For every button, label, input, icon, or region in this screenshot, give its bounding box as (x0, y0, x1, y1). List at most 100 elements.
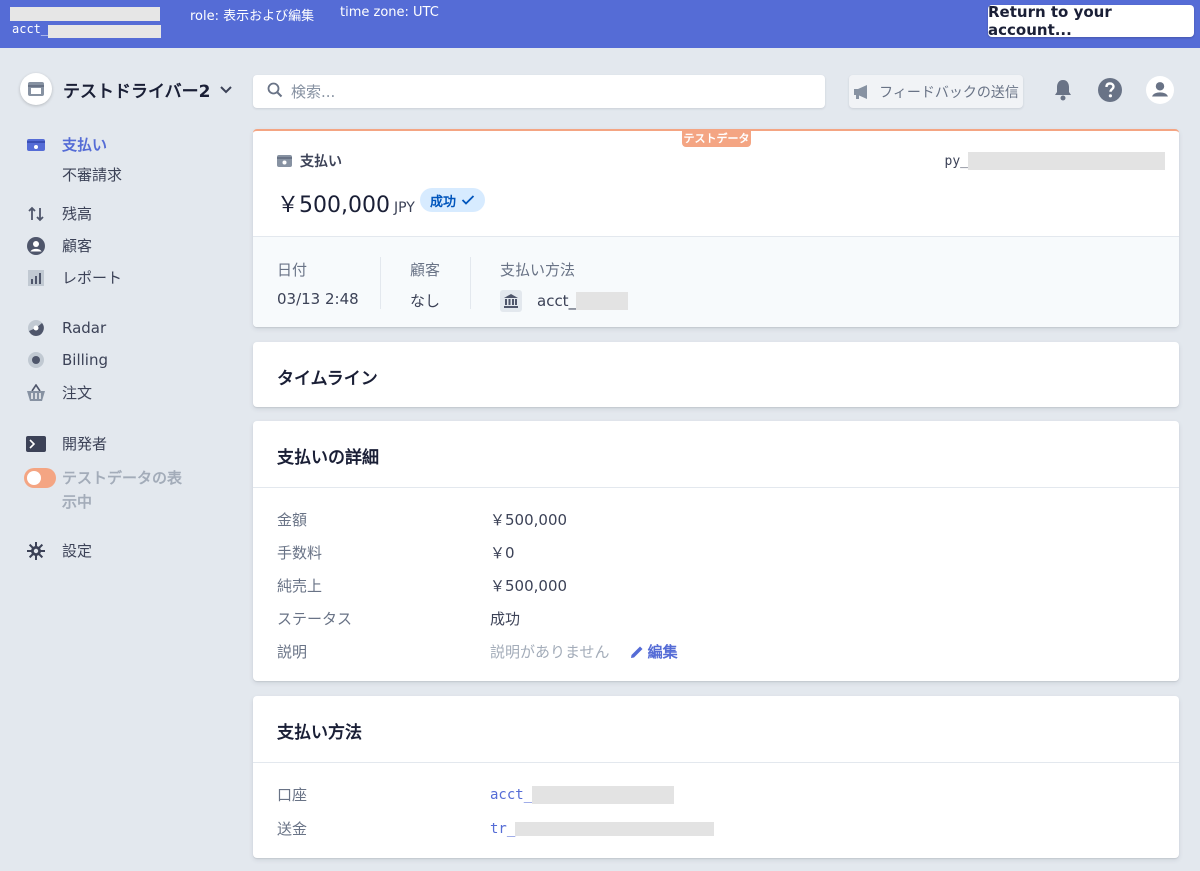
sidebar-item-disputes[interactable]: 不審請求 (62, 164, 122, 185)
payment-label-text: 支払い (300, 154, 342, 170)
chevron-down-icon (219, 80, 233, 99)
detail-row: 金額 ￥500,000 (277, 509, 567, 530)
sidebar-item-label: 残高 (62, 205, 93, 223)
redacted-account-id (48, 25, 161, 38)
method-key: 口座 (277, 786, 308, 804)
feedback-label: フィードバックの送信 (879, 84, 1019, 101)
detail-value: 説明がありません 編集 (490, 641, 678, 662)
store-icon (20, 73, 52, 105)
amount-value: ￥500,000 (277, 193, 390, 218)
payment-method-card: 支払い方法 口座 acct_ 送金 tr_ (253, 696, 1179, 858)
sidebar-item-label: 顧客 (62, 237, 93, 255)
redacted-payment-id (968, 152, 1165, 170)
timeline-card: タイムライン (253, 342, 1179, 407)
method-row: 送金 tr_ (277, 818, 715, 839)
detail-key: 手数料 (277, 544, 323, 562)
sidebar-item-developers[interactable]: 開発者 (24, 433, 107, 454)
terminal-icon (24, 434, 48, 454)
return-to-account-button[interactable]: Return to your account... (988, 3, 1194, 39)
detail-key: 説明 (277, 643, 308, 661)
timeline-title: タイムライン (277, 369, 378, 389)
payment-id: py_ (945, 152, 1165, 170)
sidebar-item-label: 支払い (62, 136, 108, 154)
redacted-account-name (10, 7, 160, 21)
meta-date: 日付 03/13 2:48 (277, 259, 359, 308)
account-link[interactable]: acct_ (490, 787, 532, 803)
customer-value: なし (410, 292, 441, 310)
impersonation-banner: acct_ role: 表示および編集 time zone: UTC Retur… (0, 0, 1200, 48)
sidebar-item-customers[interactable]: 顧客 (24, 235, 92, 256)
sidebar-item-orders[interactable]: 注文 (24, 382, 92, 403)
payments-icon (24, 135, 48, 155)
payment-method-label: 支払い方法 (500, 261, 576, 279)
test-data-toggle-label: テストデータの表示中 (62, 469, 183, 511)
redacted-transfer-link (515, 821, 715, 836)
checkmark-icon (461, 195, 475, 205)
detail-row: 説明 説明がありません 編集 (277, 641, 678, 662)
feedback-button[interactable]: フィードバックの送信 (849, 75, 1023, 108)
timezone-label: time zone: UTC (340, 5, 439, 20)
sidebar-item-billing[interactable]: Billing (24, 350, 108, 370)
detail-value: ￥0 (490, 544, 515, 562)
search-icon (267, 82, 283, 102)
method-key: 送金 (277, 820, 308, 838)
method-row: 口座 acct_ (277, 784, 675, 805)
bell-icon[interactable] (1049, 76, 1077, 104)
edit-label: 編集 (647, 643, 678, 661)
customer-label: 顧客 (410, 261, 441, 279)
sidebar-item-settings[interactable]: 設定 (24, 540, 92, 561)
section-divider (253, 487, 1179, 488)
help-icon[interactable] (1096, 76, 1124, 104)
search-box[interactable] (253, 75, 825, 108)
gear-icon (24, 541, 48, 561)
status-text: 成功 (430, 194, 457, 210)
toggle-switch[interactable] (24, 468, 56, 488)
bank-icon (500, 290, 522, 312)
pencil-icon (630, 646, 643, 658)
report-icon (24, 268, 48, 288)
meta-customer: 顧客 なし (410, 259, 440, 311)
billing-icon (24, 350, 48, 370)
user-avatar-icon[interactable] (1146, 76, 1174, 104)
detail-key: ステータス (277, 610, 353, 628)
megaphone-icon (853, 84, 871, 99)
test-data-badge: テストデータ (682, 129, 751, 147)
detail-key: 純売上 (277, 577, 323, 595)
account-switcher[interactable]: テストドライバー2 (20, 73, 233, 105)
transfer-link[interactable]: tr_ (490, 821, 515, 837)
sidebar-item-reports[interactable]: レポート (24, 267, 122, 288)
method-value: tr_ (490, 818, 715, 839)
payment-meta-row: 日付 03/13 2:48 顧客 なし 支払い方法 acct_ (253, 236, 1179, 327)
detail-value: ￥500,000 (490, 577, 568, 595)
sidebar-item-radar[interactable]: Radar (24, 318, 106, 338)
redacted-account-link (532, 785, 675, 804)
sidebar-item-payments[interactable]: 支払い (24, 134, 107, 155)
role-label: role: 表示および編集 (190, 9, 315, 24)
detail-value: ￥500,000 (490, 511, 568, 529)
sidebar-item-label: 注文 (62, 384, 93, 402)
meta-divider (380, 257, 381, 309)
meta-payment-method: 支払い方法 acct_ (500, 259, 629, 312)
sidebar-item-balances[interactable]: 残高 (24, 203, 92, 224)
sidebar-item-label: 開発者 (62, 435, 108, 453)
basket-icon (24, 383, 48, 403)
sidebar-item-label: レポート (62, 269, 123, 287)
payment-method-value: acct_ (500, 290, 629, 312)
redacted-method-account (576, 292, 629, 310)
test-data-toggle[interactable]: テストデータの表示中 (24, 466, 192, 514)
edit-description-link[interactable]: 編集 (630, 641, 678, 662)
description-empty: 説明がありません (490, 643, 610, 661)
date-value: 03/13 2:48 (277, 290, 359, 308)
account-name: テストドライバー2 (63, 81, 211, 102)
payment-id-prefix: py_ (944, 153, 968, 169)
sidebar-item-label: Billing (62, 351, 108, 369)
payment-details-card: 支払いの詳細 金額 ￥500,000 手数料 ￥0 純売上 ￥500,000 ス… (253, 421, 1179, 681)
payment-summary-card: テストデータ 支払い py_ ￥500,000 JPY 成功 日付 03/13 … (253, 129, 1179, 327)
meta-divider (470, 257, 471, 309)
payments-icon (277, 155, 292, 167)
search-input[interactable] (291, 82, 791, 101)
detail-row: 純売上 ￥500,000 (277, 575, 567, 596)
detail-value: 成功 (490, 610, 521, 628)
account-id-label: acct_ (12, 22, 49, 36)
payment-method-account: acct_ (537, 292, 577, 310)
